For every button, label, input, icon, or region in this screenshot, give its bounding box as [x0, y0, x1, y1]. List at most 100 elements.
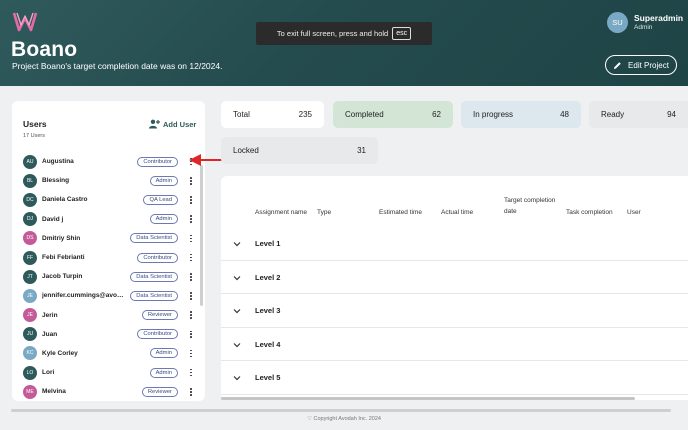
user-row-name: Daniela Castro — [42, 196, 88, 204]
user-role-badge: Contributor — [137, 156, 178, 167]
user-row-name: Febi Febrianti — [42, 254, 85, 262]
chevron-down-icon[interactable] — [233, 375, 241, 381]
edit-project-button[interactable]: Edit Project — [605, 55, 677, 75]
user-role-badge: QA Lead — [143, 194, 178, 205]
user-row[interactable]: FF Febi Febrianti Contributor — [23, 248, 195, 267]
level-row[interactable]: Level 5 — [221, 361, 688, 395]
more-options-icon[interactable] — [187, 347, 195, 359]
edit-project-label: Edit Project — [628, 60, 669, 70]
table-horizontal-scrollbar[interactable] — [221, 397, 635, 400]
col-user[interactable]: User — [627, 209, 641, 216]
stat-completed-value: 62 — [432, 110, 441, 119]
more-options-icon[interactable] — [187, 252, 195, 264]
user-avatar-small: DC — [23, 192, 37, 207]
col-task-completion[interactable]: Task completion — [566, 209, 613, 216]
user-name: Superadmin — [634, 13, 684, 23]
user-avatar-small: BL — [23, 173, 37, 188]
user-row[interactable]: DJ David j Admin — [23, 210, 195, 229]
chevron-down-icon[interactable] — [233, 308, 241, 314]
user-row[interactable]: BL Blessing Admin — [23, 171, 195, 190]
more-options-icon[interactable] — [187, 386, 195, 398]
more-options-icon[interactable] — [187, 194, 195, 206]
project-title: Boano — [11, 38, 78, 61]
more-options-icon[interactable] — [187, 309, 195, 321]
more-options-icon[interactable] — [187, 367, 195, 379]
stat-ready[interactable]: Ready 94 — [589, 101, 688, 128]
project-header: Boano Project Boano's target completion … — [0, 0, 688, 86]
user-row-name: Kyle Corley — [42, 349, 78, 357]
col-actual-time[interactable]: Actual time — [441, 209, 473, 216]
more-options-icon[interactable] — [187, 232, 195, 244]
users-title: Users — [23, 119, 47, 129]
col-estimated-time[interactable]: Estimated time — [379, 209, 422, 216]
user-row-name: Blessing — [42, 177, 70, 185]
user-role-badge: Admin — [149, 348, 178, 359]
user-avatar[interactable]: SU — [607, 12, 628, 33]
level-row[interactable]: Level 4 — [221, 328, 688, 361]
level-row[interactable]: Level 1 — [221, 227, 688, 261]
user-role-badge: Reviewer — [141, 386, 178, 397]
level-row[interactable]: Level 3 — [221, 294, 688, 328]
add-user-icon — [149, 119, 160, 129]
add-user-button[interactable]: Add User — [149, 119, 196, 129]
add-user-label: Add User — [163, 119, 197, 129]
footer: ♡ Copyright Avodah Inc. 2024 — [0, 416, 688, 422]
stat-locked-label: Locked — [233, 146, 259, 155]
user-row-name: Juan — [42, 330, 58, 338]
app-logo-icon[interactable] — [12, 10, 38, 34]
user-avatar-small: FF — [23, 250, 37, 265]
stat-completed[interactable]: Completed 62 — [333, 101, 453, 128]
copyright-text: Copyright Avodah Inc. 2024 — [313, 416, 381, 422]
chevron-down-icon[interactable] — [233, 275, 241, 281]
user-row-name: Lori — [42, 369, 55, 377]
user-role-badge: Admin — [149, 214, 178, 225]
user-row-name: Jerin — [42, 311, 58, 319]
user-avatar-small: ME — [23, 384, 37, 399]
user-avatar-small: LO — [23, 365, 37, 380]
stat-locked[interactable]: Locked 31 — [221, 137, 378, 164]
col-target-completion[interactable]: Target completion date — [504, 197, 555, 215]
col-target-line1: Target completion — [504, 197, 556, 204]
col-assignment-name[interactable]: Assignment name — [255, 209, 307, 216]
level-row[interactable]: Level 2 — [221, 261, 688, 294]
more-options-icon[interactable] — [187, 328, 195, 340]
chevron-down-icon[interactable] — [233, 241, 241, 247]
user-avatar-small: DS — [23, 231, 37, 246]
user-row[interactable]: JE Jerin Reviewer — [23, 306, 195, 325]
stat-total-value: 235 — [298, 110, 312, 119]
col-type[interactable]: Type — [317, 209, 331, 216]
user-avatar-small: JT — [23, 269, 37, 284]
more-options-icon[interactable] — [187, 213, 195, 225]
stat-in-progress[interactable]: In progress 48 — [461, 101, 581, 128]
user-row[interactable]: AU Augustina Contributor — [23, 152, 195, 171]
fullscreen-banner: To exit full screen, press and hold esc — [256, 22, 432, 45]
stat-in-progress-label: In progress — [473, 110, 514, 119]
col-target-line2: date — [504, 208, 517, 215]
more-options-icon[interactable] — [187, 290, 195, 302]
user-row-name: jennifer.cummings@avod... — [42, 292, 124, 300]
user-row[interactable]: LO Lori Admin — [23, 363, 195, 382]
page-horizontal-scrollbar[interactable] — [11, 409, 671, 412]
user-role-badge: Admin — [149, 175, 178, 186]
users-scrollbar[interactable] — [200, 165, 203, 306]
user-row[interactable]: KC Kyle Corley Admin — [23, 344, 195, 363]
user-avatar-small: JU — [23, 327, 37, 342]
user-avatar-small: JE — [23, 308, 37, 323]
stat-total[interactable]: Total 235 — [221, 101, 324, 128]
user-row[interactable]: DS Dmitriy Shin Data Scientist — [23, 229, 195, 248]
fullscreen-text: To exit full screen, press and hold — [276, 29, 389, 38]
user-row[interactable]: ME Melvina Reviewer — [23, 382, 195, 401]
user-avatar-small: JE — [23, 288, 37, 303]
user-row[interactable]: JU Juan Contributor — [23, 325, 195, 344]
user-row[interactable]: JE jennifer.cummings@avod... Data Scientis… — [23, 286, 195, 305]
assignments-table: Assignment name Type Estimated time Actu… — [221, 176, 688, 400]
chevron-down-icon[interactable] — [233, 342, 241, 348]
more-options-icon[interactable] — [187, 271, 195, 283]
user-row[interactable]: DC Daniela Castro QA Lead — [23, 190, 195, 209]
user-role-badge: Data Scientist — [130, 290, 178, 301]
stat-in-progress-value: 48 — [560, 110, 569, 119]
stat-completed-label: Completed — [345, 110, 384, 119]
user-role-badge: Reviewer — [141, 310, 178, 321]
more-options-icon[interactable] — [187, 175, 195, 187]
user-row[interactable]: JT Jacob Turpin Data Scientist — [23, 267, 195, 286]
